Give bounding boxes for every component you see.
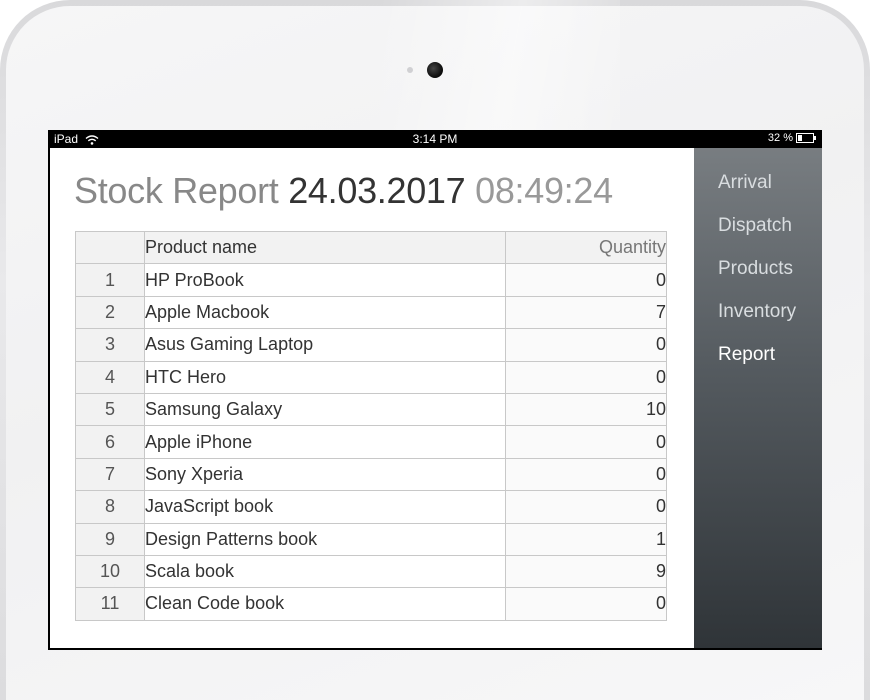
product-quantity: 1 <box>505 522 667 556</box>
sidebar-nav: Arrival Dispatch Products Inventory Repo… <box>694 148 822 648</box>
product-name: Asus Gaming Laptop <box>144 328 506 362</box>
status-right: 32 % <box>767 132 816 144</box>
table-row[interactable]: 1 HP ProBook 0 <box>75 263 667 297</box>
battery-icon <box>796 133 816 143</box>
row-number: 2 <box>75 295 145 330</box>
product-quantity: 0 <box>505 328 667 362</box>
main-content: Stock Report 24.03.2017 08:49:24 Product… <box>50 148 694 648</box>
product-quantity: 0 <box>505 457 667 492</box>
report-time: 08:49:24 <box>475 170 613 211</box>
table-row[interactable]: 4 HTC Hero 0 <box>75 360 667 394</box>
status-bar: iPad 3:14 PM 32 % <box>48 130 822 148</box>
product-name: Apple iPhone <box>144 425 506 459</box>
camera-icon <box>427 62 443 78</box>
product-quantity: 0 <box>505 425 667 459</box>
product-name: HTC Hero <box>144 360 506 394</box>
table-row[interactable]: 3 Asus Gaming Laptop 0 <box>75 328 667 362</box>
row-number: 4 <box>75 360 145 394</box>
product-name: Apple Macbook <box>144 295 506 330</box>
product-name: JavaScript book <box>144 490 506 524</box>
table-row[interactable]: 10 Scala book 9 <box>75 554 667 589</box>
row-number: 5 <box>75 392 145 427</box>
product-quantity: 9 <box>505 554 667 589</box>
stock-table: Product name Quantity 1 HP ProBook 0 2 Appl… <box>75 230 667 621</box>
table-row[interactable]: 6 Apple iPhone 0 <box>75 425 667 459</box>
row-number: 7 <box>75 457 145 492</box>
product-name: HP ProBook <box>144 263 506 297</box>
product-name: Scala book <box>144 554 506 589</box>
row-number: 3 <box>75 328 145 362</box>
row-number: 8 <box>75 490 145 524</box>
table-row[interactable]: 9 Design Patterns book 1 <box>75 522 667 556</box>
title-text: Stock Report <box>74 170 279 211</box>
table-row[interactable]: 7 Sony Xperia 0 <box>75 457 667 492</box>
table-row[interactable]: 2 Apple Macbook 7 <box>75 295 667 330</box>
table-row[interactable]: 11 Clean Code book 0 <box>75 587 667 621</box>
ipad-screen: iPad 3:14 PM 32 % Stock Report 24.03.201… <box>48 130 822 650</box>
product-name: Samsung Galaxy <box>144 392 506 427</box>
product-name: Clean Code book <box>144 587 506 621</box>
row-number: 6 <box>75 425 145 459</box>
product-quantity: 0 <box>505 490 667 524</box>
product-quantity: 10 <box>505 392 667 427</box>
row-number: 9 <box>75 522 145 556</box>
product-name: Sony Xperia <box>144 457 506 492</box>
column-header-product-name[interactable]: Product name <box>144 230 506 265</box>
product-quantity: 7 <box>505 295 667 330</box>
battery-percent: 32 % <box>767 132 793 144</box>
product-name: Design Patterns book <box>144 522 506 556</box>
report-date: 24.03.2017 <box>288 170 466 211</box>
table-header-row: Product name Quantity <box>75 230 667 265</box>
product-quantity: 0 <box>505 587 667 621</box>
table-row[interactable]: 8 JavaScript book 0 <box>75 490 667 524</box>
sidebar-item-dispatch[interactable]: Dispatch <box>718 215 792 237</box>
row-number: 1 <box>75 263 145 297</box>
table-row[interactable]: 5 Samsung Galaxy 10 <box>75 392 667 427</box>
page-title: Stock Report 24.03.2017 08:49:24 <box>74 170 613 212</box>
row-number: 10 <box>75 554 145 589</box>
sidebar-item-arrival[interactable]: Arrival <box>718 172 772 194</box>
product-quantity: 0 <box>505 360 667 394</box>
row-number: 11 <box>75 587 145 621</box>
column-header-quantity[interactable]: Quantity <box>505 230 667 265</box>
sidebar-item-products[interactable]: Products <box>718 258 793 280</box>
column-header-number[interactable] <box>75 230 145 265</box>
status-time: 3:14 PM <box>412 132 458 146</box>
light-sensor <box>407 67 413 73</box>
sidebar-item-report[interactable]: Report <box>718 344 775 366</box>
sidebar-item-inventory[interactable]: Inventory <box>718 301 796 323</box>
product-quantity: 0 <box>505 263 667 297</box>
